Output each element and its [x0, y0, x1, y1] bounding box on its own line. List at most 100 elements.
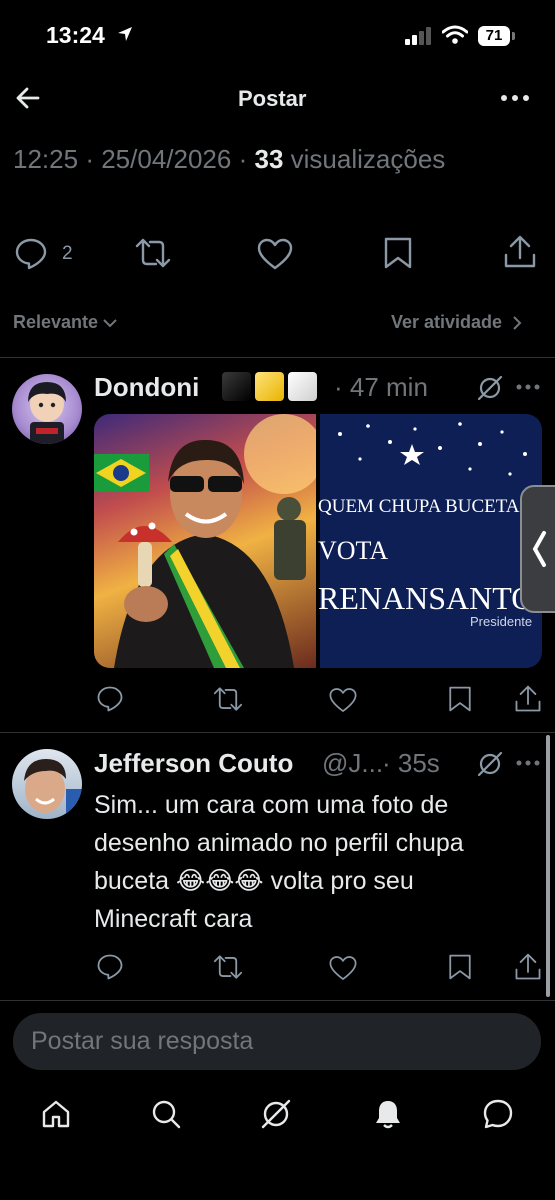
chevron-down-icon — [103, 318, 117, 327]
like-button[interactable] — [328, 954, 358, 982]
media-grid[interactable]: QUEM CHUPA BUCETA VOTA RENANSANTOS Presi… — [94, 414, 542, 668]
status-bar: 13:24 71 — [0, 0, 555, 70]
reply-icon — [15, 238, 47, 270]
reply-time: · 35s — [382, 748, 440, 778]
media-image-left[interactable] — [94, 414, 316, 668]
more-horizontal-icon — [516, 384, 540, 390]
sort-dropdown[interactable]: Relevante — [13, 312, 118, 333]
grok-button[interactable] — [477, 375, 503, 401]
bookmark-button[interactable] — [447, 953, 473, 981]
repost-icon — [135, 238, 171, 268]
chat-icon — [483, 1099, 513, 1129]
like-button[interactable] — [256, 237, 294, 271]
views-label[interactable]: visualizações — [291, 144, 446, 174]
reply-button[interactable] — [96, 953, 124, 981]
image-text-line: QUEM CHUPA BUCETA — [318, 496, 520, 517]
reply-more-button[interactable] — [516, 759, 540, 767]
meta-separator: · — [238, 144, 248, 174]
reply-text: Sim... um cara com uma foto de desenho a… — [94, 786, 546, 938]
nav-notifications[interactable] — [372, 1098, 404, 1130]
bookmark-icon — [449, 954, 471, 980]
reply-author-name[interactable]: Jefferson Couto — [94, 748, 293, 779]
heart-icon — [329, 688, 357, 712]
scrollbar[interactable] — [546, 735, 550, 997]
nav-home[interactable] — [40, 1098, 72, 1130]
white-square-icon — [288, 372, 317, 401]
reply-icon — [97, 686, 123, 712]
avatar[interactable] — [12, 374, 82, 444]
caricature-image — [94, 414, 316, 668]
black-square-icon — [222, 372, 251, 401]
nav-search[interactable] — [150, 1098, 182, 1130]
reply-icon — [97, 954, 123, 980]
reply-text-line: Sim... um cara com uma foto de — [94, 791, 449, 819]
arrow-left-icon — [16, 87, 40, 109]
home-icon — [42, 1100, 70, 1128]
bookmark-icon — [384, 237, 412, 269]
reply-button[interactable] — [14, 237, 48, 271]
more-options-button[interactable] — [500, 93, 530, 103]
views-count[interactable]: 33 — [255, 144, 284, 174]
reply-time: · 47 min — [334, 372, 428, 402]
bell-icon — [376, 1101, 400, 1129]
post-time: 12:25 — [13, 144, 79, 174]
avatar[interactable] — [12, 749, 82, 819]
more-horizontal-icon — [501, 95, 529, 101]
share-button[interactable] — [514, 952, 542, 982]
page-title: Postar — [238, 86, 307, 111]
image-text-line: VOTA — [318, 536, 389, 565]
reply-text-line: desenho animado no perfil chupa — [94, 829, 464, 857]
stars-decoration — [338, 422, 527, 476]
grok-button[interactable] — [477, 751, 503, 777]
nav-grok[interactable] — [260, 1098, 292, 1130]
media-image-right[interactable]: QUEM CHUPA BUCETA VOTA RENANSANTOS Presi… — [318, 414, 542, 668]
more-horizontal-icon — [516, 760, 540, 766]
meta-separator: · — [85, 144, 94, 174]
repost-button[interactable] — [212, 953, 244, 981]
sort-label: Relevante — [13, 312, 99, 332]
bookmark-button[interactable] — [447, 685, 473, 713]
activity-label: Ver atividade — [391, 312, 503, 332]
grok-icon — [477, 751, 503, 777]
heart-icon — [329, 956, 357, 980]
side-panel-handle[interactable] — [520, 485, 555, 613]
divider — [0, 1000, 555, 1001]
reply-text-line: Minecraft cara — [94, 905, 253, 933]
share-icon — [515, 953, 541, 980]
signal-icon — [405, 27, 433, 45]
location-arrow-icon — [116, 25, 134, 43]
reply-author-name[interactable]: Dondoni — [94, 372, 199, 403]
heart-icon — [257, 238, 293, 270]
image-text-line: Presidente — [470, 614, 533, 629]
reply-count: 2 — [62, 243, 73, 264]
reply-more-button[interactable] — [516, 383, 540, 391]
divider — [0, 357, 555, 358]
repost-button[interactable] — [134, 236, 172, 270]
repost-icon — [213, 687, 243, 711]
view-activity-link[interactable]: Ver atividade — [391, 312, 524, 333]
share-icon — [515, 685, 541, 712]
nav-messages[interactable] — [482, 1098, 514, 1130]
like-button[interactable] — [328, 686, 358, 714]
back-button[interactable] — [14, 84, 42, 112]
post-meta: 12:25 · 25/04/2026 · 33 visualizações — [13, 144, 445, 175]
share-icon — [504, 235, 536, 268]
composer-placeholder[interactable]: Postar sua resposta — [31, 1027, 253, 1056]
search-icon — [152, 1100, 181, 1129]
share-button[interactable] — [514, 684, 542, 714]
repost-button[interactable] — [212, 685, 244, 713]
battery-indicator: 71 — [478, 26, 510, 46]
yellow-square-icon — [255, 372, 284, 401]
chevron-right-icon — [513, 315, 522, 330]
divider — [0, 732, 555, 733]
bookmark-icon — [449, 686, 471, 712]
grok-icon — [477, 375, 503, 401]
battery-level: 71 — [485, 27, 503, 44]
post-date: 25/04/2026 — [101, 144, 232, 174]
grok-icon — [261, 1099, 291, 1129]
reply-author-handle[interactable]: @J... — [322, 748, 383, 779]
reply-composer[interactable]: Postar sua resposta — [13, 1013, 541, 1070]
share-button[interactable] — [503, 234, 537, 270]
bookmark-button[interactable] — [382, 236, 414, 270]
reply-button[interactable] — [96, 685, 124, 713]
